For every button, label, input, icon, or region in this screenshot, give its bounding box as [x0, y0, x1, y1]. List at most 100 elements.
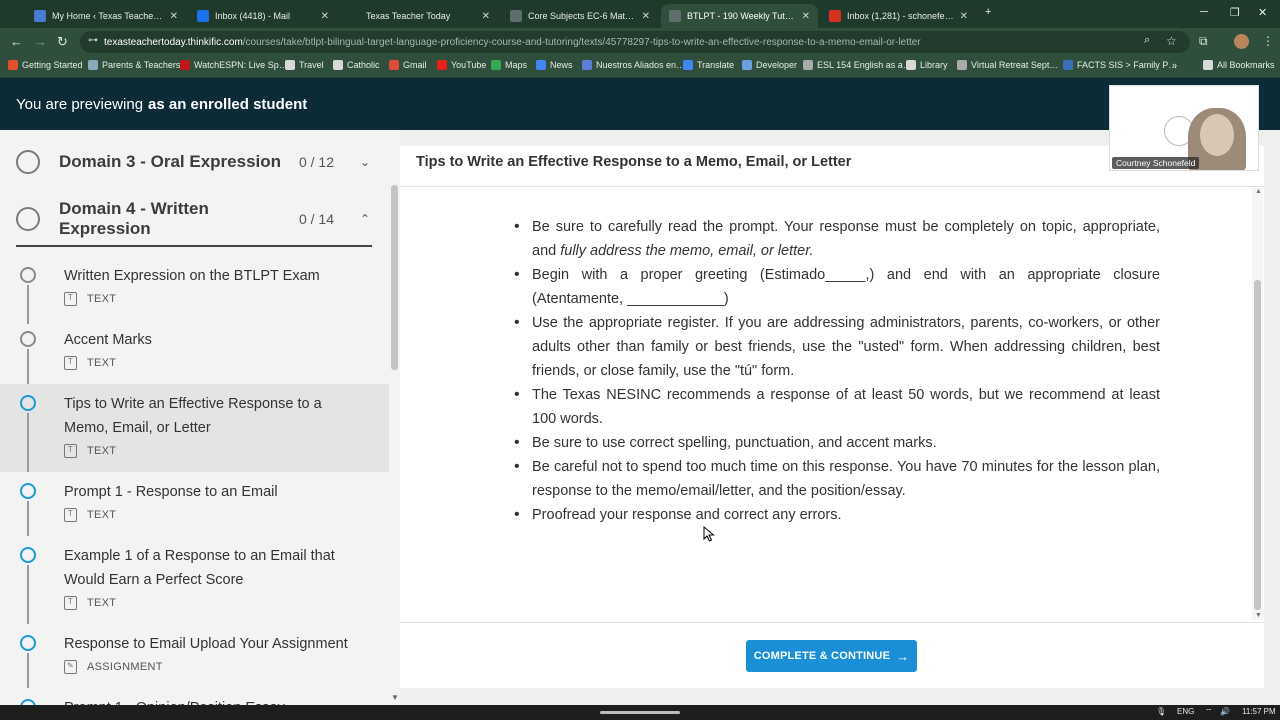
close-tab-icon[interactable]: ✕ [642, 11, 650, 22]
bookmark-item[interactable]: Developer [742, 60, 797, 70]
bookmark-item[interactable]: Gmail [389, 60, 427, 70]
bookmark-icon [803, 60, 813, 70]
lesson-item[interactable]: Response to Email Upload Your Assignment… [0, 624, 389, 688]
reload-icon[interactable]: ↻ [57, 34, 68, 50]
banner-emphasis: as an enrolled student [148, 95, 308, 113]
bookmark-icon [437, 60, 447, 70]
zoom-icon[interactable]: ⌕ [1144, 34, 1150, 47]
lesson-type: ASSIGNMENT [87, 661, 163, 673]
lesson-item[interactable]: Accent Marks T TEXT [0, 324, 389, 388]
bookmark-star-icon[interactable]: ☆ [1166, 34, 1177, 48]
lesson-connector [27, 285, 29, 324]
bookmark-item[interactable]: Virtual Retreat Sept… [957, 60, 1058, 70]
url-path: /courses/take/btlpt-bilingual-target-lan… [242, 36, 921, 48]
chapter-domain-4[interactable]: Domain 4 - Written Expression 0 / 14 ⌃ [16, 195, 372, 243]
back-icon[interactable]: ← [10, 34, 23, 49]
text-lesson-icon: T [64, 356, 77, 370]
taskbar-handle[interactable] [600, 711, 680, 714]
sidebar-scrollbar-thumb[interactable] [391, 185, 398, 370]
content-scrollbar-thumb[interactable] [1254, 280, 1261, 610]
all-bookmarks-button[interactable]: All Bookmarks [1203, 60, 1275, 70]
close-tab-icon[interactable]: ✕ [802, 11, 810, 22]
forward-icon[interactable]: → [34, 34, 47, 49]
minimize-button[interactable]: ─ [1200, 6, 1208, 18]
course-sidebar: ▲ Domain 3 - Oral Expression 0 / 12 ⌄ Do… [0, 130, 400, 705]
bookmark-label: Maps [505, 60, 528, 70]
tip-item: Be sure to carefully read the prompt. Yo… [514, 215, 1160, 263]
tip-item: Begin with a proper greeting (Estimado__… [514, 263, 1160, 311]
wifi-icon[interactable]: ⌔ [1205, 707, 1213, 717]
bookmark-label: WatchESPN: Live Sp… [194, 60, 288, 70]
volume-icon[interactable]: 🔊 [1220, 707, 1230, 716]
bookmark-item[interactable]: Parents & Teachers [88, 60, 180, 70]
tab-favicon-icon [510, 10, 522, 22]
tab-favicon-icon [34, 10, 46, 22]
assignment-icon: ✎ [64, 660, 77, 674]
tip-item: Be sure to use correct spelling, punctua… [514, 431, 1160, 455]
complete-continue-button[interactable]: COMPLETE & CONTINUE → [746, 640, 917, 672]
tip-text: Use the appropriate register. If you are… [532, 315, 1160, 379]
bookmark-item[interactable]: Travel [285, 60, 324, 70]
extensions-icon[interactable]: ⧉ [1199, 34, 1208, 49]
bookmark-item[interactable]: Catholic [333, 60, 380, 70]
profile-avatar[interactable] [1234, 34, 1249, 49]
presenter-face [1200, 114, 1234, 156]
lesson-item[interactable]: Example 1 of a Response to an Email that… [0, 536, 389, 624]
lesson-item[interactable]: Prompt 1 - Opinion/Position Essay [0, 688, 389, 705]
lesson-item[interactable]: Written Expression on the BTLPT Exam T TE… [0, 260, 389, 324]
chevron-down-icon[interactable]: ⌄ [358, 155, 372, 169]
tab-title: Inbox (1,281) - schonefeldcourt… [847, 11, 954, 21]
bookmark-item[interactable]: Translate [683, 60, 734, 70]
browser-tab[interactable]: Inbox (4418) - Mail ✕ [189, 4, 337, 28]
bookmark-item[interactable]: FACTS SIS > Family P… [1063, 60, 1177, 70]
address-bar[interactable]: ⊶ texasteachertoday.thinkific.com/course… [80, 31, 1190, 53]
bookmark-item[interactable]: Getting Started [8, 60, 83, 70]
tip-item: The Texas NESINC recommends a response o… [514, 383, 1160, 431]
content-scroll-up-icon[interactable]: ▲ [1255, 188, 1262, 195]
mouse-cursor-icon [703, 526, 715, 542]
close-window-button[interactable]: ✕ [1258, 6, 1267, 19]
language-indicator[interactable]: ENG [1177, 707, 1194, 716]
bookmark-item[interactable]: Maps [491, 60, 527, 70]
os-taskbar: 🎙 ENG ⌔ 🔊 11:57 PM [0, 705, 1280, 720]
tips-list: Be sure to carefully read the prompt. Yo… [514, 215, 1160, 527]
lesson-item-active[interactable]: Tips to Write an Effective Response to a… [0, 384, 389, 472]
close-tab-icon[interactable]: ✕ [482, 11, 490, 22]
browser-tab[interactable]: Inbox (1,281) - schonefeldcourt… ✕ [821, 4, 976, 28]
lesson-title: Response to Email Upload Your Assignment [64, 636, 348, 652]
browser-tab[interactable]: Texas Teacher Today ✕ [340, 4, 498, 28]
close-tab-icon[interactable]: ✕ [170, 11, 178, 22]
bookmarks-more-button[interactable]: » [1172, 60, 1177, 70]
chapter-domain-3[interactable]: Domain 3 - Oral Expression 0 / 12 ⌄ [16, 138, 372, 186]
bookmark-item[interactable]: Nuestros Aliados en… [582, 60, 685, 70]
new-tab-button[interactable]: + [985, 6, 991, 18]
bookmark-item[interactable]: YouTube [437, 60, 486, 70]
lesson-item[interactable]: Prompt 1 - Response to an Email T TEXT [0, 472, 389, 536]
close-tab-icon[interactable]: ✕ [321, 11, 329, 22]
clock[interactable]: 11:57 PM [1242, 707, 1276, 716]
tip-text: Begin with a proper greeting (Estimado__… [532, 267, 1160, 307]
text-lesson-icon: T [64, 596, 77, 610]
browser-tab[interactable]: My Home ‹ Texas Teacher Tod… ✕ [26, 4, 186, 28]
bookmark-label: Catholic [347, 60, 380, 70]
bookmark-item[interactable]: News [536, 60, 573, 70]
browser-tab[interactable]: Core Subjects EC-6 Mathemati… ✕ [502, 4, 658, 28]
bookmark-item[interactable]: ESL 154 English as a… [803, 60, 912, 70]
bookmark-label: Parents & Teachers [102, 60, 181, 70]
bookmark-label: Nuestros Aliados en… [596, 60, 686, 70]
lesson-connector [27, 349, 29, 388]
close-tab-icon[interactable]: ✕ [960, 11, 968, 22]
bookmark-item[interactable]: Library [906, 60, 948, 70]
browser-tab[interactable]: BTLPT - 190 Weekly Tutoring an… ✕ [661, 4, 818, 28]
content-scroll-down-icon[interactable]: ▼ [1255, 612, 1262, 619]
chapter-divider [16, 245, 372, 247]
lesson-status-icon [20, 635, 36, 651]
menu-icon[interactable]: ⋮ [1262, 34, 1274, 48]
tip-emphasis: fully address the memo, email, or letter… [560, 243, 814, 259]
microphone-icon[interactable]: 🎙 [1156, 707, 1166, 716]
maximize-button[interactable]: ❐ [1230, 6, 1240, 19]
site-info-icon[interactable]: ⊶ [88, 35, 98, 46]
bookmark-item[interactable]: WatchESPN: Live Sp… [180, 60, 288, 70]
chevron-up-icon[interactable]: ⌃ [358, 212, 372, 226]
sidebar-scroll-down-icon[interactable]: ▼ [391, 693, 399, 702]
